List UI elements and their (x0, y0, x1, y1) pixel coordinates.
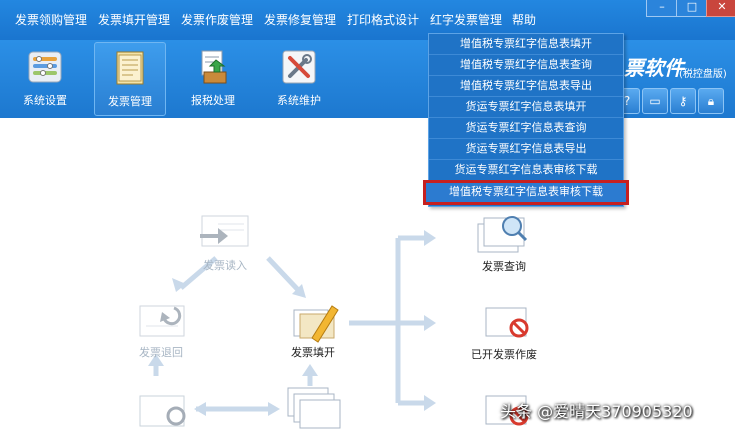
menu-invoice-repair[interactable]: 发票修复管理 (264, 11, 336, 28)
settings-icon (28, 51, 62, 83)
node-label-query: 发票查询 (482, 260, 526, 273)
menu-help[interactable]: 帮助 (512, 11, 536, 28)
invoice-read-icon[interactable] (200, 215, 249, 247)
toolbar-label: 发票管理 (108, 95, 152, 108)
dd-vat-fill[interactable]: 增值税专票红字信息表填开 (429, 34, 623, 55)
close-button[interactable]: ✕ (706, 0, 735, 17)
node-label-fill: 发票填开 (291, 346, 335, 359)
toolbar-tax-report[interactable]: 报税处理 (178, 42, 248, 114)
invoice-stack-icon[interactable] (287, 387, 341, 429)
menu-red-invoice[interactable]: 红字发票管理 (430, 11, 502, 28)
dd-freight-fill[interactable]: 货运专票红字信息表填开 (429, 97, 623, 118)
tax-report-icon (201, 50, 227, 84)
maximize-button[interactable]: □ (676, 0, 708, 17)
dd-vat-query[interactable]: 增值税专票红字信息表查询 (429, 55, 623, 76)
invoice-book-icon (116, 51, 144, 85)
lock-icon[interactable]: 🔒︎ (698, 88, 724, 114)
menu-invoice-purchase[interactable]: 发票领购管理 (15, 11, 87, 28)
app-brand-subtitle: (税控盘版) (679, 69, 727, 80)
invoice-query-icon[interactable] (477, 216, 528, 253)
toolbar-label: 报税处理 (191, 94, 235, 107)
toolbar-system-maintenance[interactable]: 系统维护 (264, 42, 334, 114)
dd-vat-review-download[interactable]: 增值税专票红字信息表审核下载 (423, 180, 629, 205)
invoice-fill-icon[interactable] (293, 305, 339, 343)
node-label-void: 已开发票作废 (471, 348, 537, 361)
node-label-read: 发票读入 (203, 259, 247, 272)
invoice-void-icon[interactable] (485, 307, 529, 338)
app-header: 发票领购管理 发票填开管理 发票作废管理 发票修复管理 打印格式设计 红字发票管… (0, 0, 735, 118)
dd-vat-export[interactable]: 增值税专票红字信息表导出 (429, 76, 623, 97)
key-icon[interactable]: ⚷ (670, 88, 696, 114)
menu-invoice-fill[interactable]: 发票填开管理 (98, 11, 170, 28)
watermark: 头条 @爱晴天370905320 (500, 402, 693, 421)
node-label-return: 发票退回 (139, 346, 183, 359)
toolbar-label: 系统维护 (277, 94, 321, 107)
invoice-return-icon[interactable] (139, 305, 185, 337)
toolbar-system-settings[interactable]: 系统设置 (10, 42, 80, 114)
toolbar-invoice-management[interactable]: 发票管理 (94, 42, 166, 116)
tools-icon (282, 50, 316, 84)
dd-freight-export[interactable]: 货运专票红字信息表导出 (429, 139, 623, 160)
menu-print-format[interactable]: 打印格式设计 (347, 11, 419, 28)
dd-freight-query[interactable]: 货运专票红字信息表查询 (429, 118, 623, 139)
quick-tools: ? ▭ ⚷ 🔒︎ (614, 88, 729, 114)
toolbar-label: 系统设置 (23, 94, 67, 107)
window-icon[interactable]: ▭ (642, 88, 668, 114)
menu-invoice-void[interactable]: 发票作废管理 (181, 11, 253, 28)
recycle-icon[interactable] (139, 395, 186, 427)
menu-bar: 发票领购管理 发票填开管理 发票作废管理 发票修复管理 打印格式设计 红字发票管… (0, 0, 735, 40)
minimize-button[interactable]: – (646, 0, 678, 17)
red-invoice-dropdown: 增值税专票红字信息表填开 增值税专票红字信息表查询 增值税专票红字信息表导出 货… (423, 33, 629, 207)
dd-freight-review-download[interactable]: 货运专票红字信息表审核下载 (429, 160, 623, 181)
app-brand-title: 票软件 (624, 56, 684, 80)
